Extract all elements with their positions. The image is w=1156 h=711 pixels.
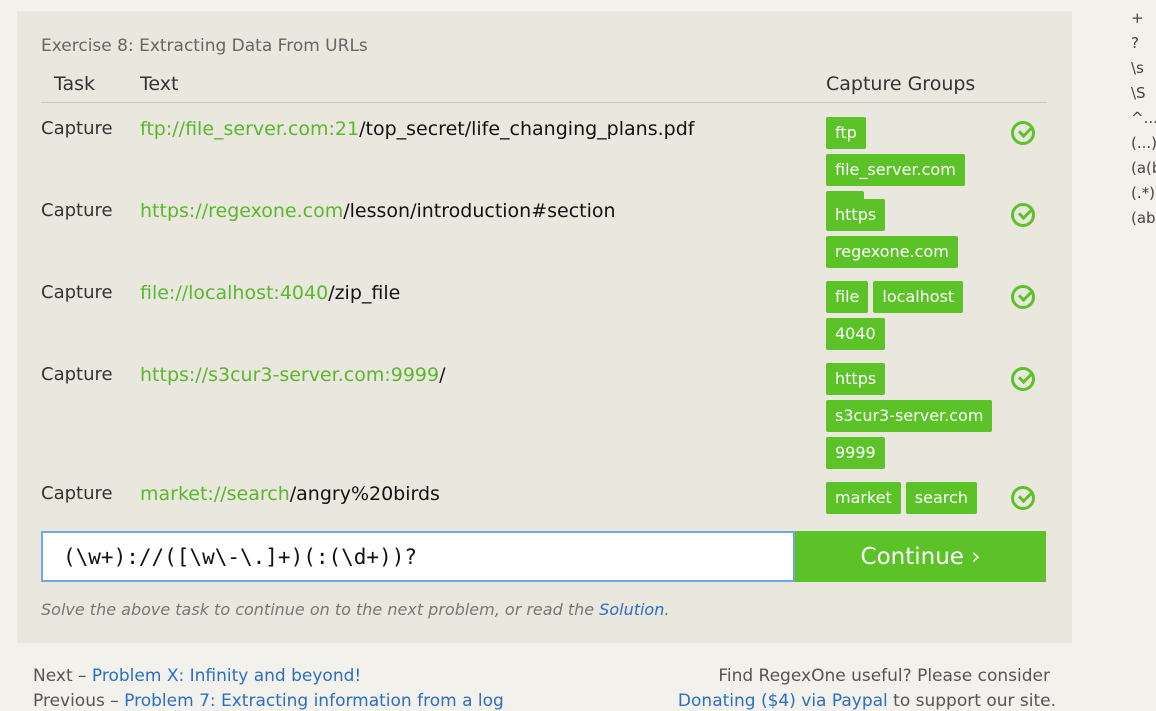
hint-text: Solve the above task to continue on to t… [41, 600, 670, 619]
exercise-title: Exercise 8: Extracting Data From URLs [41, 36, 368, 56]
donate-line: Donating ($4) via Paypal to support our … [677, 691, 1056, 711]
check-icon [1011, 486, 1035, 510]
next-problem-link[interactable]: Problem X: Infinity and beyond! [92, 666, 361, 686]
cheatsheet-item[interactable]: \s [1131, 56, 1156, 81]
row-text: market://search/angry%20birds [140, 483, 440, 505]
capture-group-pill: localhost [873, 281, 964, 313]
matched-text: file://localhost:4040 [140, 282, 329, 304]
solution-link[interactable]: Solution [599, 600, 664, 619]
header-task: Task [54, 73, 96, 95]
capture-group-pill: https [826, 363, 886, 395]
unmatched-text: / [439, 364, 446, 386]
cheatsheet-item[interactable]: (...) [1131, 131, 1156, 156]
continue-button[interactable]: Continue › [795, 531, 1046, 582]
check-icon [1011, 121, 1035, 145]
donate-link[interactable]: Donating ($4) via Paypal [678, 691, 888, 711]
cheatsheet-item[interactable]: (abc [1131, 206, 1156, 231]
capture-group-pill: market [826, 482, 901, 514]
cheatsheet-item[interactable]: \S [1131, 81, 1156, 106]
unmatched-text: /top_secret/life_changing_plans.pdf [359, 118, 695, 140]
cheatsheet-item[interactable]: (a(b [1131, 156, 1156, 181]
next-problem: Next – Problem X: Infinity and beyond! [33, 666, 362, 686]
previous-problem: Previous – Problem 7: Extracting informa… [33, 691, 504, 711]
capture-group-pill: s3cur3-server.com [826, 400, 993, 432]
unmatched-text: /angry%20birds [289, 483, 440, 505]
capture-group-pill: 4040 [826, 318, 885, 350]
matched-text: https://regexone.com [140, 200, 344, 222]
header-divider [41, 102, 1047, 103]
check-icon [1011, 203, 1035, 227]
cheatsheet-item[interactable]: ^... [1131, 106, 1156, 131]
unmatched-text: /lesson/introduction#section [343, 200, 616, 222]
cheatsheet-item[interactable]: ? [1131, 31, 1156, 56]
matched-text: ftp://file_server.com:21 [140, 118, 360, 140]
donate-prompt: Find RegexOne useful? Please consider [718, 666, 1050, 686]
check-icon [1011, 367, 1035, 391]
row-text: file://localhost:4040/zip_file [140, 282, 400, 304]
cheatsheet-item[interactable]: (.*) [1131, 181, 1156, 206]
capture-groups: https s3cur3-server.com 9999 [826, 363, 1006, 469]
row-task-label: Capture [41, 282, 113, 303]
row-task-label: Capture [41, 200, 113, 221]
row-task-label: Capture [41, 118, 113, 139]
header-capture-groups: Capture Groups [826, 73, 976, 95]
capture-groups: market search [826, 482, 1006, 514]
capture-group-pill: https [826, 199, 886, 231]
matched-text: https://s3cur3-server.com:9999 [140, 364, 440, 386]
row-text: ftp://file_server.com:21/top_secret/life… [140, 118, 694, 140]
cheatsheet-sidebar: + ? \s \S ^... (...) (a(b (.*) (abc [1131, 6, 1156, 231]
matched-text: market://search [140, 483, 290, 505]
cheatsheet-item[interactable]: + [1131, 6, 1156, 31]
capture-group-pill: regexone.com [826, 236, 958, 268]
row-task-label: Capture [41, 483, 113, 504]
capture-groups: https regexone.com [826, 199, 1006, 268]
capture-group-pill: 9999 [826, 437, 885, 469]
previous-problem-link[interactable]: Problem 7: Extracting information from a… [124, 691, 504, 711]
capture-group-pill: file_server.com [826, 154, 965, 186]
unmatched-text: /zip_file [328, 282, 401, 304]
regex-input[interactable] [41, 531, 795, 582]
check-icon [1011, 285, 1035, 309]
capture-group-pill: search [905, 482, 977, 514]
row-text: https://regexone.com/lesson/introduction… [140, 200, 616, 222]
header-text: Text [140, 73, 179, 95]
row-text: https://s3cur3-server.com:9999/ [140, 364, 446, 386]
capture-group-pill: ftp [826, 117, 866, 149]
capture-groups: file localhost 4040 [826, 281, 1006, 350]
capture-group-pill: file [826, 281, 869, 313]
row-task-label: Capture [41, 364, 113, 385]
